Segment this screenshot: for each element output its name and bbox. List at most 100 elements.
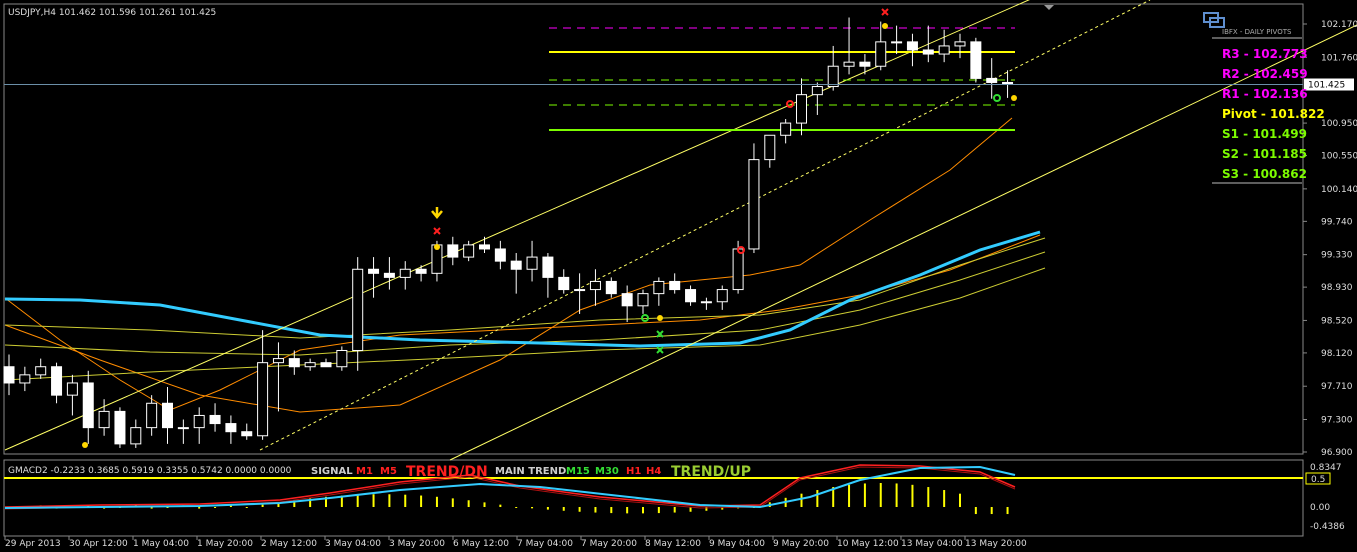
pivot-level-label: Pivot - 101.822 <box>1222 107 1325 121</box>
macd-histogram-bar <box>610 507 613 514</box>
price-chart[interactable]: 102.170 101.760 100.950 100.550 100.140 99.74… <box>0 0 1357 552</box>
x-axis-label: 2 May 12:00 <box>261 539 317 549</box>
candle-body <box>19 374 31 384</box>
gmacd-label: GMACD2 -0.2233 0.3685 0.5919 0.3355 0.57… <box>8 466 292 476</box>
candle-body <box>938 45 950 55</box>
main-plot-frame <box>3 3 1304 455</box>
macd-histogram-bar <box>927 487 930 507</box>
macd-histogram-bar <box>546 507 549 510</box>
macd-histogram-bar <box>531 507 534 509</box>
signal-dot <box>657 315 663 321</box>
candle-body <box>732 248 744 291</box>
signal-label: SIGNAL <box>311 466 353 477</box>
x-axis-label: 29 Apr 2013 <box>5 539 61 549</box>
candle-body <box>304 362 316 368</box>
macd-tick-level: 0.5 <box>1311 475 1325 485</box>
candle-body <box>383 272 395 278</box>
orange-band-lower <box>4 117 1013 413</box>
candle-body <box>114 410 126 445</box>
yellow-band-2 <box>4 251 1046 356</box>
macd-histogram-bar <box>245 507 248 508</box>
macd-histogram-bar <box>1006 507 1009 515</box>
candle-body <box>288 358 300 368</box>
y-axis-label: 97.710 <box>1321 382 1353 392</box>
candle-body <box>780 122 792 136</box>
macd-histogram-bar <box>483 502 486 507</box>
candle-body <box>811 86 823 96</box>
signal-m5: M5 <box>380 466 397 477</box>
x-axis-label: 3 May 04:00 <box>325 539 381 549</box>
candle-body <box>621 293 633 307</box>
macd-histogram-bar <box>974 507 977 515</box>
pivot-level-label: R3 - 102.773 <box>1222 47 1308 61</box>
macd-histogram-bar <box>800 493 803 507</box>
candle-body <box>891 41 903 44</box>
macd-tick-top: 0.8347 <box>1310 463 1342 473</box>
signal-ring <box>641 314 649 322</box>
x-axis-label: 10 May 12:00 <box>837 539 899 549</box>
y-axis-label: 100.140 <box>1321 185 1357 195</box>
macd-histogram-bar <box>372 494 375 507</box>
macd-histogram-bar <box>594 507 597 513</box>
y-axis-label: 98.520 <box>1321 316 1353 326</box>
macd-histogram-bar <box>499 504 502 507</box>
macd-histogram-bar <box>515 507 518 508</box>
candle-body <box>399 268 411 278</box>
candle-body <box>558 276 570 291</box>
trend-channel-lower <box>449 24 1357 461</box>
candle-body <box>257 362 269 437</box>
macd-histogram-bar <box>261 504 264 507</box>
candle-body <box>494 248 506 262</box>
macd-histogram-bar <box>642 507 644 514</box>
pivot-level-label: S1 - 101.499 <box>1222 127 1307 141</box>
candle-body <box>859 61 871 67</box>
macd-histogram-bar <box>420 495 423 507</box>
candle-body <box>130 427 142 445</box>
macd-histogram-bar <box>467 500 470 507</box>
trend-m15: M15 <box>566 466 590 477</box>
candle-body <box>225 423 237 433</box>
signal-cross-icon <box>881 8 889 16</box>
candle-body <box>986 77 998 83</box>
candle-body <box>526 256 538 270</box>
signal-dot <box>1011 95 1017 101</box>
macd-histogram-bar <box>578 507 581 512</box>
candle-body <box>66 382 78 396</box>
scroll-marker-icon[interactable] <box>1044 5 1054 10</box>
candle-body <box>542 256 554 278</box>
candle-body <box>796 94 807 124</box>
macd-histogram-bar <box>863 483 866 507</box>
y-axis-label: 98.930 <box>1321 283 1353 293</box>
candle-body <box>415 268 427 274</box>
signal-m1: M1 <box>356 466 373 477</box>
candle-body <box>764 134 776 161</box>
candle-body <box>241 431 253 437</box>
candle-body <box>51 366 63 396</box>
macd-histogram-bar <box>911 484 914 507</box>
x-axis-label: 1 May 20:00 <box>197 539 253 549</box>
x-axis-label: 7 May 20:00 <box>581 539 637 549</box>
x-axis-label: 30 Apr 12:00 <box>69 539 128 549</box>
macd-tick-bottom: -0.4386 <box>1310 522 1345 532</box>
down-arrow-icon <box>431 207 443 219</box>
macd-histogram-bar <box>562 507 565 511</box>
candle-body <box>146 402 158 429</box>
signal-ring <box>993 94 1001 102</box>
candle-body <box>716 289 728 303</box>
x-axis-label: 9 May 20:00 <box>773 539 829 549</box>
candle-body <box>193 414 205 429</box>
candle-body <box>954 41 966 47</box>
signal-ring <box>786 100 794 108</box>
candle-body <box>922 49 934 55</box>
y-axis-label: 102.170 <box>1321 20 1357 30</box>
candle-body <box>272 358 284 364</box>
candle-body <box>510 260 522 270</box>
orange-band-upper <box>4 234 1041 411</box>
candle-body <box>479 244 490 250</box>
current-price-label: 101.425 <box>1308 81 1345 91</box>
trend-h4: H4 <box>646 466 661 477</box>
macd-tick-zero: 0.00 <box>1310 503 1330 513</box>
candle-body <box>177 427 189 430</box>
macd-histogram-bar <box>356 494 359 507</box>
signal-trend-up: TREND/UP <box>671 464 751 480</box>
